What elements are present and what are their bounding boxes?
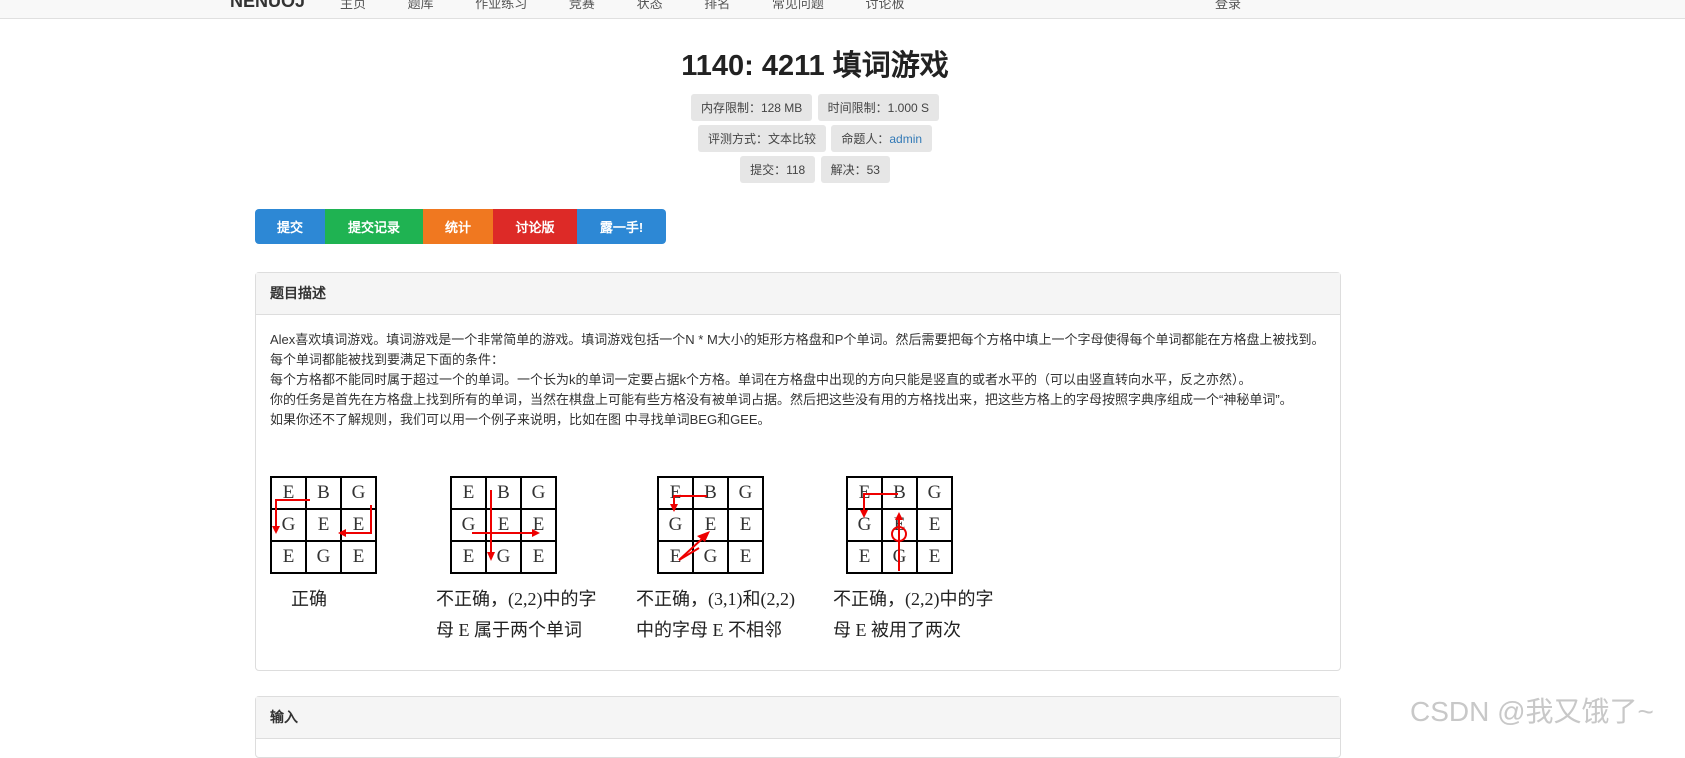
memory-limit-badge: 内存限制：128 MB xyxy=(690,94,813,121)
nav-item-ranklist[interactable]: 排名 xyxy=(704,0,730,11)
description-paragraph: 如果你还不了解规则，我们可以用一个例子来说明，比如在图 中寻找单词BEG和GEE… xyxy=(270,412,771,427)
nav-item-discuss[interactable]: 讨论板 xyxy=(865,0,904,11)
stats-row: 提交：118 解决：53 xyxy=(0,156,1630,183)
watermark: CSDN @我又饿了~ xyxy=(1410,696,1654,727)
nav-item-home[interactable]: 主页 xyxy=(340,0,366,11)
example-4-arrows xyxy=(860,493,907,571)
judge-method-badge: 评测方式：文本比较 xyxy=(697,125,826,152)
nav-item-faq[interactable]: 常见问题 xyxy=(772,0,824,11)
nav-item-problemset[interactable]: 题库 xyxy=(408,0,434,11)
submission-records-button[interactable]: 提交记录 xyxy=(325,209,423,244)
statistics-button[interactable]: 统计 xyxy=(423,209,493,244)
time-limit-badge: 时间限制：1.000 S xyxy=(817,94,940,121)
action-button-group: 提交 提交记录 统计 讨论版 露一手! xyxy=(255,209,666,244)
brand-logo[interactable]: NENUOJ xyxy=(230,0,305,12)
discussion-button[interactable]: 讨论版 xyxy=(493,209,577,244)
example-1-arrows xyxy=(272,499,372,537)
nav-item-status[interactable]: 状态 xyxy=(637,0,663,11)
submit-button[interactable]: 提交 xyxy=(255,209,325,244)
description-paragraph: Alex喜欢填词游戏。填词游戏是一个非常简单的游戏。填词游戏包括一个N * M大… xyxy=(270,332,1325,367)
judge-row: 评测方式：文本比较 命题人：admin xyxy=(0,125,1630,152)
input-header: 输入 xyxy=(256,697,1340,739)
nav-menu: 主页 题库 作业练习 竞赛 状态 排名 常见问题 讨论板 xyxy=(340,0,943,12)
top-navbar: NENUOJ 主页 题库 作业练习 竞赛 状态 排名 常见问题 讨论板 登录 xyxy=(0,0,1685,19)
author-badge: 命题人：admin xyxy=(831,125,933,152)
description-header: 题目描述 xyxy=(256,273,1340,315)
example-3-arrows xyxy=(670,495,710,561)
example-2-caption: 不正确，(2,2)中的字母 E 属于两个单词 xyxy=(436,589,597,640)
solved-count-badge: 解决：53 xyxy=(820,156,890,183)
description-paragraph: 每个方格都不能同时属于超过一个的单词。一个长为k的单词一定要占据k个方格。单词在… xyxy=(270,372,1252,387)
login-link[interactable]: 登录 xyxy=(1215,0,1241,12)
description-panel: 题目描述 Alex喜欢填词游戏。填词游戏是一个非常简单的游戏。填词游戏包括一个N… xyxy=(255,272,1341,671)
submit-count-badge: 提交：118 xyxy=(740,156,816,183)
example-3-caption: 不正确，(3,1)和(2,2) 中的字母 E 不相邻 xyxy=(636,589,795,640)
limits-row: 内存限制：128 MB 时间限制：1.000 S xyxy=(0,94,1630,121)
example-4-caption: 不正确，(2,2)中的字母 E 被用了两次 xyxy=(833,589,994,640)
nav-item-homework[interactable]: 作业练习 xyxy=(475,0,527,11)
page-title: 1140: 4211 填词游戏 xyxy=(681,50,949,82)
show-off-button[interactable]: 露一手! xyxy=(577,209,666,244)
description-text: Alex喜欢填词游戏。填词游戏是一个非常简单的游戏。填词游戏包括一个N * M大… xyxy=(270,330,1330,430)
example-2-arrows xyxy=(472,490,540,561)
nav-item-contest[interactable]: 竞赛 xyxy=(569,0,595,11)
author-link[interactable]: admin xyxy=(889,132,922,146)
description-paragraph: 你的任务是首先在方格盘上找到所有的单词，当然在棋盘上可能有些方格没有被单词占据。… xyxy=(270,392,1293,407)
input-panel: 输入 xyxy=(255,696,1341,758)
example-1-caption: 正确 xyxy=(291,589,327,609)
